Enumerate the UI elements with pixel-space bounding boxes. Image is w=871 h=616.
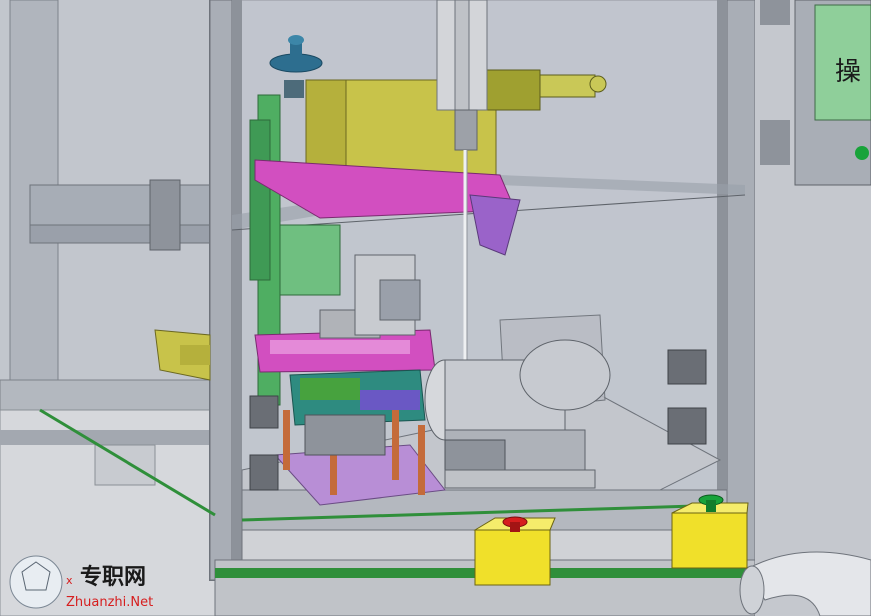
watermark-logo-icon (9, 555, 63, 609)
left-background-frame (0, 0, 216, 616)
watermark-en: Zhuanzhi.Net (66, 595, 153, 610)
watermark-cn: 专职网 (80, 564, 146, 590)
panel-text: 操 (835, 57, 861, 87)
button-box-left (473, 516, 556, 586)
panel-indicator-light (855, 146, 869, 160)
control-panel: 操 (755, 0, 871, 616)
watermark-mark: x (66, 574, 73, 587)
watermark: x 专职网 Zhuanzhi.Net (9, 555, 153, 610)
cad-machine-scene: 操 x 专职网 Zhuanzhi.Net (0, 0, 871, 616)
